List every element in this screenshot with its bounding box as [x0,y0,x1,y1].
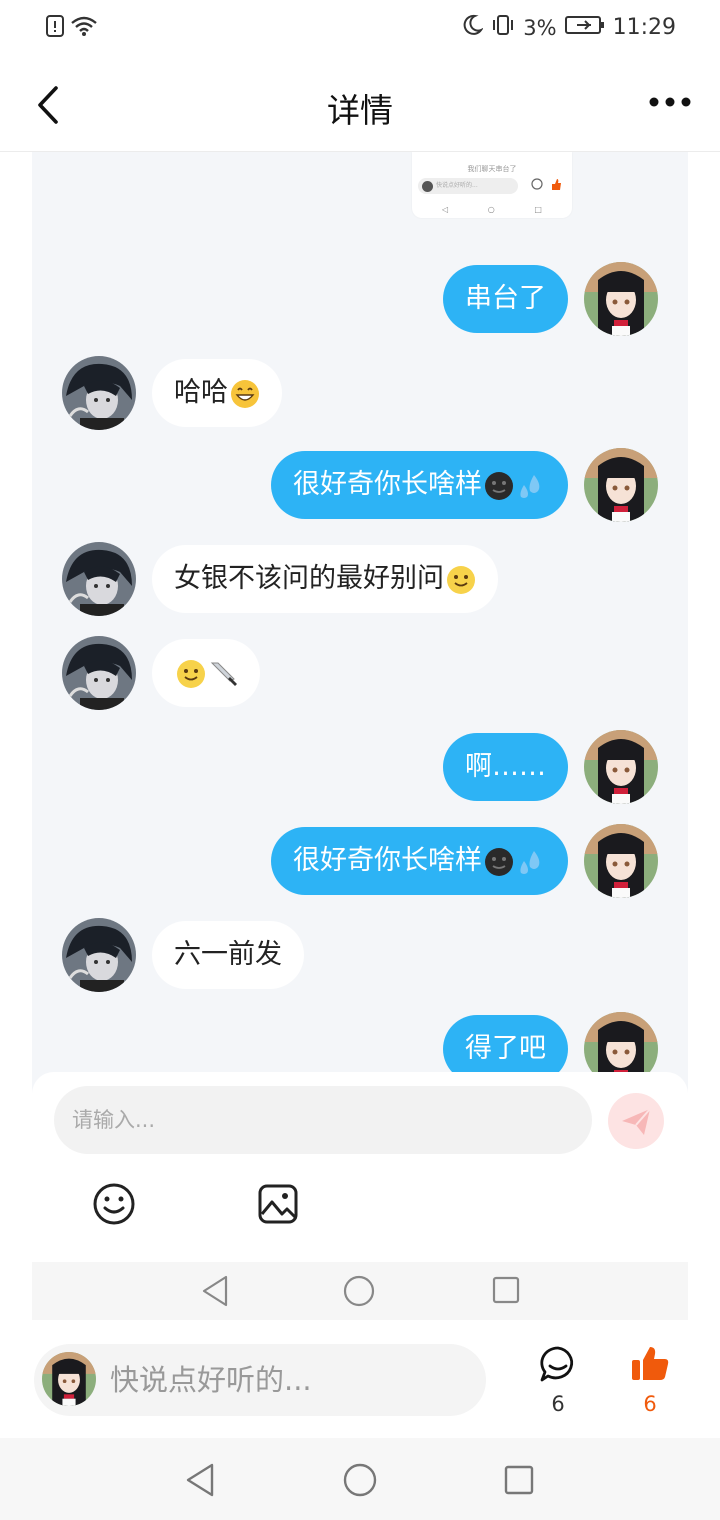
other-avatar [62,636,136,710]
recents-square-icon: □ [534,205,542,214]
my-avatar [584,730,658,804]
message-row-received: 哈哈 [62,356,282,430]
other-avatar [62,918,136,992]
moon-icon [461,14,485,41]
thumbs-up-icon [552,179,561,190]
message-text: 六一前发 [174,939,282,970]
comment-bar: 快说点好听的... 6 6 [0,1320,720,1438]
message-text: 很好奇你长啥样 [293,469,482,500]
chat-input-field[interactable]: 请输入... [54,1086,592,1154]
thumbnail-input-placeholder: 快说点好听的... [436,182,478,189]
other-avatar [62,356,136,430]
more-dots-icon [649,97,691,107]
message-row-sent: 很好奇你长啥样 [271,448,658,522]
send-button[interactable] [608,1093,664,1149]
page-title: 详情 [327,91,393,130]
battery-percent: 3% [523,15,557,40]
header: 详情 [0,58,720,152]
chat-input-panel: 请输入... [32,1072,688,1262]
battery-charging-icon [564,15,605,40]
avatar [422,181,433,192]
thumbnail-caption: 我们聊天串台了 [467,165,517,173]
message-text: 很好奇你长啥样 [293,845,482,876]
avatar [42,1352,96,1406]
message-text: 哈哈 [174,377,228,408]
comment-placeholder: 快说点好听的... [110,1363,312,1397]
thumbs-up-icon [632,1347,669,1380]
back-triangle-icon [186,1463,214,1497]
back-triangle-icon [202,1275,228,1307]
system-nav-bar [0,1438,720,1520]
message-text: 啊…… [465,751,546,782]
smiley-icon [93,1183,135,1225]
smile-emoji-icon [447,565,475,594]
grin-emoji-icon [231,379,259,408]
other-avatar [62,542,136,616]
message-text: 串台了 [465,283,546,314]
sim-alert-icon [46,14,64,42]
thumbnail-input: 快说点好听的... [418,178,518,194]
dark-face-emoji-icon [485,847,513,876]
message-bubble: 啊…… [443,733,568,801]
nav-home-button[interactable] [342,1462,378,1502]
like-count: 6 [643,1392,657,1416]
nav-recents-button[interactable] [503,1464,535,1500]
wifi-icon [70,15,98,41]
message-bubble: 串台了 [443,265,568,333]
message-bubble: 六一前发 [152,921,304,989]
message-row-sent: 啊…… [443,730,658,804]
chat-input-placeholder: 请输入... [72,1108,156,1132]
comment-icon [531,178,543,190]
message-bubble: 很好奇你长啥样 [271,827,568,895]
comment-count: 6 [551,1392,565,1416]
image-icon [258,1184,298,1224]
comment-bubble-icon [540,1346,574,1382]
like-button[interactable]: 6 [626,1344,674,1416]
paper-plane-icon [622,1108,651,1135]
message-text: 得了吧 [465,1033,546,1064]
my-avatar [584,262,658,336]
message-row-sent: 很好奇你长啥样 [271,824,658,898]
message-bubble [152,639,260,707]
sweat-drops-emoji-icon [520,850,540,874]
clock: 11:29 [612,15,676,40]
message-bubble: 哈哈 [152,359,282,427]
back-triangle-icon: ◁ [442,205,449,214]
message-row-received: 六一前发 [62,918,304,992]
message-bubble: 很好奇你长啥样 [271,451,568,519]
home-circle-icon: ○ [487,205,495,214]
home-circle-icon [343,1275,375,1307]
message-row-received: 女银不该问的最好别问 [62,542,498,616]
sweat-drops-emoji-icon [520,474,540,498]
nested-screenshot-thumbnail: 我们聊天串台了 快说点好听的... ◁ ○ □ [412,152,572,218]
smile-emoji-icon [177,659,205,688]
comment-input[interactable]: 快说点好听的... [34,1344,486,1416]
image-button[interactable] [256,1182,300,1226]
knife-emoji-icon [210,662,237,686]
more-button[interactable] [648,92,692,112]
comments-button[interactable]: 6 [534,1344,582,1416]
dark-face-emoji-icon [485,471,513,500]
message-row-received [62,636,260,710]
my-avatar [584,448,658,522]
message-row-sent: 串台了 [443,262,658,336]
home-circle-icon [343,1463,377,1497]
my-avatar [584,824,658,898]
nav-back-button[interactable] [184,1462,216,1502]
recents-square-icon [504,1465,534,1495]
recents-square-icon [492,1276,520,1304]
status-bar: 3% 11:29 [0,0,720,58]
embedded-system-nav [32,1262,688,1320]
emoji-button[interactable] [92,1182,136,1226]
message-bubble: 女银不该问的最好别问 [152,545,498,613]
message-text: 女银不该问的最好别问 [174,563,444,594]
chat-screenshot[interactable]: 我们聊天串台了 快说点好听的... ◁ ○ □ 串台了 哈哈 很好奇你长啥样 女… [32,152,688,1320]
vibrate-icon [491,14,515,41]
thumbnail-nav: ◁ ○ □ [442,205,542,214]
